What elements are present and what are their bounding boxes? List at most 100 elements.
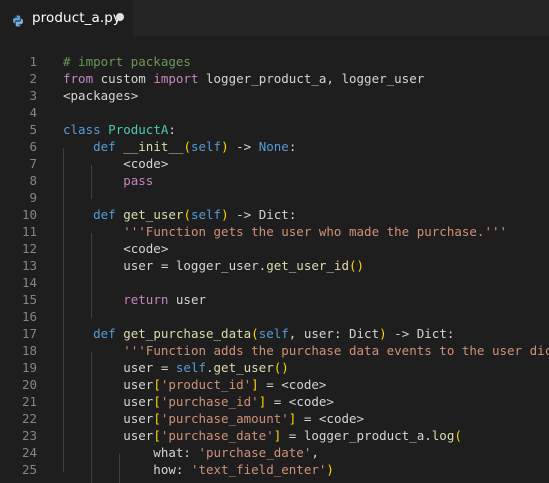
code-line[interactable]: 13 user = logger_user.get_user_id() [0, 257, 549, 274]
line-number: 23 [21, 428, 37, 443]
code-token: = logger_product_a. [281, 428, 432, 443]
code-text: user = self.get_user() [63, 359, 289, 376]
tab-product-a[interactable]: product_a.py [0, 0, 133, 36]
code-line[interactable]: 6 def __init__(self) -> None: [0, 138, 549, 155]
code-line[interactable]: 22 user['purchase_amount'] = <code> [0, 410, 549, 427]
line-number: 24 [21, 445, 37, 460]
code-editor-window: product_a.py 1 # import packages 2 from cus… [0, 0, 549, 483]
tab-bar: product_a.py [0, 0, 549, 36]
code-line[interactable]: 19 user = self.get_user() [0, 359, 549, 376]
code-line[interactable]: 18 '''Function adds the purchase data ev… [0, 342, 549, 359]
code-token: ] [251, 377, 259, 392]
code-token: = <code> [266, 394, 334, 409]
code-token: '''Function gets the user who made the p… [123, 224, 508, 239]
code-line[interactable]: 24 what: 'purchase_date', [0, 444, 549, 461]
code-text: user['product_id'] = <code> [63, 376, 326, 393]
unsaved-dot-icon[interactable] [116, 13, 124, 21]
code-token: def [93, 326, 116, 341]
line-number: 22 [21, 411, 37, 426]
code-token: ) [221, 139, 229, 154]
code-token: 'text_field_enter' [190, 462, 327, 477]
code-text: pass [63, 172, 153, 189]
editor-area[interactable]: 1 # import packages 2 from custom import lo… [0, 36, 549, 483]
line-number: 25 [21, 462, 37, 477]
code-token: () [273, 360, 289, 375]
code-token: ( [183, 139, 191, 154]
code-text: '''Function gets the user who made the p… [63, 223, 507, 240]
line-number: 5 [29, 122, 37, 137]
code-line[interactable]: 8 pass [0, 172, 549, 189]
tab-filename: product_a.py [32, 10, 121, 26]
code-text: user['purchase_date'] = logger_product_a… [63, 427, 462, 444]
code-token: [ [153, 428, 161, 443]
code-line[interactable]: 9 [0, 189, 549, 206]
code-token: user [168, 292, 207, 307]
code-text: from custom import logger_product_a, log… [63, 70, 424, 87]
code-token: : [168, 122, 176, 137]
code-token: 'purchase_date' [160, 428, 274, 443]
code-token: 'purchase_amount' [160, 411, 289, 426]
code-token: [ [153, 411, 161, 426]
code-text: user['purchase_id'] = <code> [63, 393, 334, 410]
code-token: get_user [213, 360, 274, 375]
code-line[interactable]: 5 class ProductA: [0, 121, 549, 138]
code-line[interactable]: 4 [0, 104, 549, 121]
line-number: 21 [21, 394, 37, 409]
line-number: 12 [21, 241, 37, 256]
code-line[interactable]: 3 <packages> [0, 87, 549, 104]
code-token: <code> [63, 156, 169, 171]
code-line[interactable]: 21 user['purchase_id'] = <code> [0, 393, 549, 410]
code-line[interactable]: 17 def get_purchase_data(self, user: Dic… [0, 325, 549, 342]
python-file-icon [12, 12, 24, 27]
code-line[interactable]: 11 '''Function gets the user who made th… [0, 223, 549, 240]
code-token: log [431, 428, 455, 443]
code-text: user['purchase_amount'] = <code> [63, 410, 364, 427]
code-line[interactable]: 15 return user [0, 291, 549, 308]
code-token: class [63, 122, 101, 137]
line-number: 18 [21, 343, 37, 358]
code-token: def [93, 207, 116, 222]
code-token: from [63, 71, 94, 86]
code-text: return user [63, 291, 206, 308]
line-number: 19 [21, 360, 37, 375]
line-number: 14 [21, 275, 37, 290]
code-text: <code> [63, 240, 168, 257]
code-token: return [123, 292, 169, 307]
code-token: '''Function adds the purchase data event… [123, 343, 549, 358]
code-token: user = [63, 360, 176, 375]
code-token: , [311, 445, 319, 460]
code-line[interactable]: 10 def get_user(self) -> Dict: [0, 206, 549, 223]
code-token: ( [183, 207, 191, 222]
code-token: <packages> [63, 88, 139, 103]
code-text: what: 'purchase_date', [63, 444, 319, 461]
code-line[interactable]: 1 # import packages [0, 53, 549, 70]
code-line[interactable]: 14 [0, 274, 549, 291]
code-token: ) [221, 207, 229, 222]
code-token: # import packages [63, 54, 191, 69]
code-token: import [153, 71, 199, 86]
code-token: = <code> [296, 411, 365, 426]
code-line[interactable]: 23 user['purchase_date'] = logger_produc… [0, 427, 549, 444]
code-token: ( [454, 428, 462, 443]
code-line[interactable]: 2 from custom import logger_product_a, lo… [0, 70, 549, 87]
code-token: logger_product_a, logger_user [198, 71, 425, 86]
code-line[interactable]: 7 <code> [0, 155, 549, 172]
code-token: None [258, 139, 289, 154]
code-line[interactable]: 25 how: 'text_field_enter') [0, 461, 549, 478]
code-line[interactable]: 12 <code> [0, 240, 549, 257]
line-number: 11 [21, 224, 37, 239]
code-token: ) [379, 326, 387, 341]
code-token: get_purchase_data [123, 326, 252, 341]
code-token: self [258, 326, 289, 341]
code-line[interactable]: 20 user['product_id'] = <code> [0, 376, 549, 393]
line-number: 20 [21, 377, 37, 392]
code-token: user [63, 411, 154, 426]
line-number: 6 [29, 139, 37, 154]
code-token: -> Dict: [386, 326, 455, 341]
code-token: , user: Dict [288, 326, 380, 341]
code-line[interactable]: 16 [0, 308, 549, 325]
